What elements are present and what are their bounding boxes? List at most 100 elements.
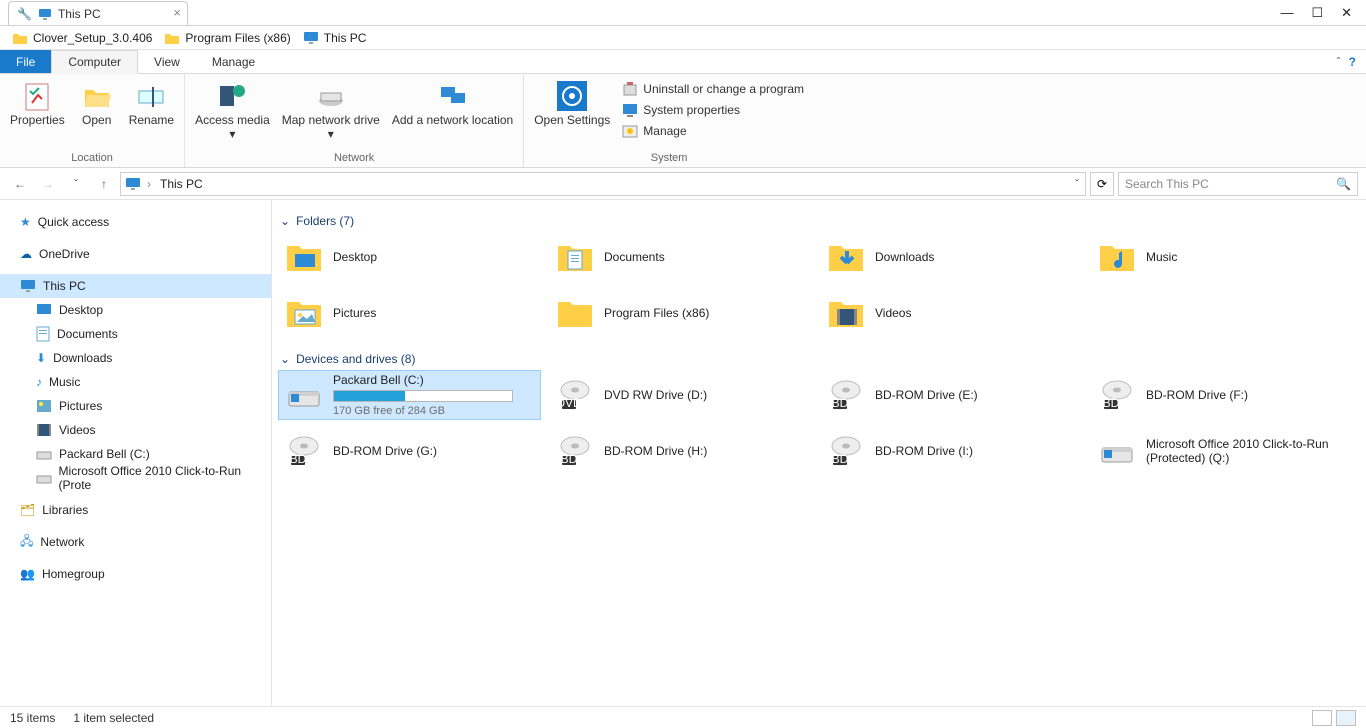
folder-item[interactable]: Downloads <box>820 232 1083 282</box>
breadcrumb-segment[interactable]: This PC <box>157 177 206 191</box>
refresh-icon: ⟳ <box>1097 177 1107 191</box>
folder-item[interactable]: Documents <box>549 232 812 282</box>
item-label: Pictures <box>333 306 376 320</box>
picture-icon <box>36 399 52 413</box>
browser-tab-this-pc[interactable]: 🔧 This PC × <box>8 1 188 25</box>
folder-item[interactable]: Music <box>1091 232 1354 282</box>
settings-icon <box>556 80 588 112</box>
tree-onedrive[interactable]: ☁OneDrive <box>0 242 271 266</box>
titlebar-controls: — ☐ ✕ <box>1280 0 1366 25</box>
tree-quick-access[interactable]: ★Quick access <box>0 210 271 234</box>
add-network-location-button[interactable]: Add a network location <box>388 76 517 150</box>
up-button[interactable]: ↑ <box>92 172 116 196</box>
tree-homegroup[interactable]: 👥Homegroup <box>0 562 271 586</box>
maximize-button[interactable]: ☐ <box>1311 5 1323 21</box>
search-input[interactable] <box>1125 177 1336 191</box>
tree-packard-bell[interactable]: Packard Bell (C:) <box>0 442 271 466</box>
rename-button[interactable]: Rename <box>125 76 178 150</box>
help-icon[interactable]: ? <box>1349 55 1356 69</box>
view-details-button[interactable] <box>1312 710 1332 726</box>
refresh-button[interactable]: ⟳ <box>1090 172 1114 196</box>
tree-downloads[interactable]: ⬇Downloads <box>0 346 271 370</box>
address-dropdown-icon[interactable]: ˇ <box>1075 177 1079 191</box>
ribbon-group-label: Network <box>191 150 517 167</box>
collapse-ribbon-icon[interactable]: ˆ <box>1337 55 1341 69</box>
map-network-drive-button[interactable]: Map network drive ▾ <box>278 76 384 150</box>
item-label: Desktop <box>333 250 377 264</box>
content-area: ⌄ Folders (7) DesktopDocumentsDownloadsM… <box>272 200 1366 706</box>
status-bar: 15 items 1 item selected <box>0 706 1366 728</box>
section-title: Folders (7) <box>296 214 354 228</box>
open-settings-button[interactable]: Open Settings <box>530 76 614 150</box>
bookmark-label: This PC <box>324 31 367 45</box>
item-label: BD-ROM Drive (H:) <box>604 444 707 458</box>
folder-icon <box>285 294 323 332</box>
view-large-icons-button[interactable] <box>1336 710 1356 726</box>
tree-pictures[interactable]: Pictures <box>0 394 271 418</box>
section-drives-header[interactable]: ⌄ Devices and drives (8) <box>278 348 1354 370</box>
tree-office-drive[interactable]: Microsoft Office 2010 Click-to-Run (Prot… <box>0 466 271 490</box>
open-button[interactable]: Open <box>73 76 121 150</box>
access-media-button[interactable]: Access media ▾ <box>191 76 274 150</box>
recent-locations-button[interactable]: ˇ <box>64 172 88 196</box>
system-properties-button[interactable]: System properties <box>618 101 808 119</box>
drive-item[interactable]: Microsoft Office 2010 Click-to-Run (Prot… <box>1091 426 1354 476</box>
tree-music[interactable]: ♪Music <box>0 370 271 394</box>
tree-desktop[interactable]: Desktop <box>0 298 271 322</box>
drive-icon <box>36 447 52 461</box>
item-label: BD-ROM Drive (I:) <box>875 444 973 458</box>
bookmark-clover-setup[interactable]: Clover_Setup_3.0.406 <box>12 31 152 45</box>
svg-text:BD: BD <box>561 452 578 466</box>
tree-network[interactable]: 🖧Network <box>0 530 271 554</box>
ribbon-group-system: Open Settings Uninstall or change a prog… <box>524 74 814 167</box>
search-icon: 🔍 <box>1336 177 1351 191</box>
drive-item[interactable]: BD BD-ROM Drive (I:) <box>820 426 1083 476</box>
drive-item[interactable]: DVDDVD RW Drive (D:) <box>549 370 812 420</box>
properties-button[interactable]: Properties <box>6 76 69 150</box>
ribbon-group-label: System <box>530 150 808 167</box>
drive-item[interactable]: Packard Bell (C:)170 GB free of 284 GB <box>278 370 541 420</box>
item-label: Program Files (x86) <box>604 306 709 320</box>
section-folders-header[interactable]: ⌄ Folders (7) <box>278 210 1354 232</box>
drive-item[interactable]: BDBD-ROM Drive (E:) <box>820 370 1083 420</box>
minimize-button[interactable]: — <box>1280 5 1293 20</box>
item-label: Documents <box>604 250 665 264</box>
drive-item[interactable]: BD BD-ROM Drive (H:) <box>549 426 812 476</box>
back-button[interactable]: ← <box>8 172 32 196</box>
forward-button[interactable]: → <box>36 172 60 196</box>
add-network-icon <box>437 80 469 112</box>
drive-item[interactable]: BDBD-ROM Drive (G:) <box>278 426 541 476</box>
drive-item[interactable]: BDBD-ROM Drive (F:) <box>1091 370 1354 420</box>
ribbon-tab-view[interactable]: View <box>138 50 196 73</box>
ribbon-tab-computer[interactable]: Computer <box>51 50 138 74</box>
manage-button[interactable]: Manage <box>618 122 808 140</box>
folder-item[interactable]: Program Files (x86) <box>549 288 812 338</box>
close-button[interactable]: ✕ <box>1341 5 1352 21</box>
tree-this-pc[interactable]: This PC <box>0 274 271 298</box>
folder-item[interactable]: Videos <box>820 288 1083 338</box>
search-box[interactable]: 🔍 <box>1118 172 1358 196</box>
bookmarks-bar: Clover_Setup_3.0.406 Program Files (x86)… <box>0 26 1366 50</box>
cloud-icon: ☁ <box>20 247 32 261</box>
close-tab-icon[interactable]: × <box>173 6 181 19</box>
properties-icon <box>21 80 53 112</box>
ribbon-tab-manage[interactable]: Manage <box>196 50 271 73</box>
tree-videos[interactable]: Videos <box>0 418 271 442</box>
item-label: Videos <box>875 306 911 320</box>
item-label: BD-ROM Drive (F:) <box>1146 388 1248 402</box>
svg-text:BD: BD <box>832 452 849 466</box>
drive-icon: DVD <box>556 376 594 414</box>
tree-documents[interactable]: Documents <box>0 322 271 346</box>
folder-item[interactable]: Pictures <box>278 288 541 338</box>
uninstall-program-button[interactable]: Uninstall or change a program <box>618 80 808 98</box>
address-bar[interactable]: › This PC ˇ <box>120 172 1086 196</box>
bookmark-label: Clover_Setup_3.0.406 <box>33 31 152 45</box>
drives-grid: Packard Bell (C:)170 GB free of 284 GBDV… <box>278 370 1354 476</box>
folder-item[interactable]: Desktop <box>278 232 541 282</box>
drive-icon: BD <box>827 376 865 414</box>
bookmark-this-pc[interactable]: This PC <box>303 31 367 45</box>
ribbon-tab-file[interactable]: File <box>0 50 51 73</box>
navigation-tree: ★Quick access ☁OneDrive This PC Desktop … <box>0 200 272 706</box>
bookmark-program-files[interactable]: Program Files (x86) <box>164 31 290 45</box>
tree-libraries[interactable]: 🗂Libraries <box>0 498 271 522</box>
